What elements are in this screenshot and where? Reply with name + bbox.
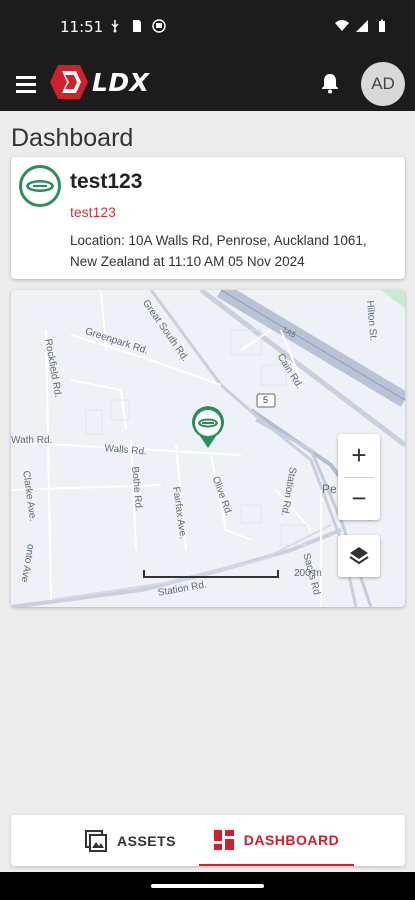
status-time: 11:51 xyxy=(60,18,104,36)
user-avatar[interactable]: AD xyxy=(361,62,405,106)
zoom-out-button[interactable]: − xyxy=(338,477,380,520)
asset-brand-icon xyxy=(26,180,54,192)
wifi-icon xyxy=(335,20,349,31)
zoom-controls: + − xyxy=(338,434,380,520)
usb-icon xyxy=(111,20,119,33)
tab-dashboard-label: DASHBOARD xyxy=(243,831,340,848)
ldx-logo-icon xyxy=(50,65,88,99)
page-title: Dashboard xyxy=(11,124,134,152)
app-notification-icon xyxy=(152,19,166,33)
map[interactable]: Great South Rd. Greenpark Rd. Rockfield … xyxy=(11,290,405,607)
map-label: Wath Rd. xyxy=(11,435,53,446)
asset-marker-icon[interactable] xyxy=(190,406,226,450)
dashboard-icon xyxy=(213,829,234,850)
asset-card[interactable]: test123 test123 Location: 10A Walls Rd, … xyxy=(11,157,405,279)
ldx-logo: LDX xyxy=(50,65,149,99)
status-notification-icons xyxy=(108,19,166,33)
layers-button[interactable] xyxy=(338,535,380,577)
home-gesture-handle[interactable] xyxy=(151,884,264,888)
layers-icon xyxy=(349,547,369,565)
asset-name: test123 xyxy=(70,170,143,193)
map-label: Pe xyxy=(322,482,337,496)
signal-icon xyxy=(356,20,368,32)
tab-assets[interactable]: ASSETS xyxy=(85,815,176,866)
route-shield-label: 5 xyxy=(263,395,269,405)
asset-subtitle: test123 xyxy=(70,204,116,220)
asset-avatar xyxy=(19,165,61,207)
image-icon xyxy=(85,829,107,852)
tab-assets-label: ASSETS xyxy=(117,832,177,849)
battery-icon xyxy=(379,19,385,32)
map-scale-bar xyxy=(143,570,279,578)
menu-icon[interactable] xyxy=(14,72,38,96)
zoom-divider xyxy=(344,477,374,478)
sim-card-icon xyxy=(133,20,141,32)
status-system-icons xyxy=(335,19,389,33)
logo-text: LDX xyxy=(92,67,150,97)
zoom-in-button[interactable]: + xyxy=(338,434,380,477)
bottom-nav: ASSETS DASHBOARD xyxy=(11,815,405,866)
asset-location: Location: 10A Walls Rd, Penrose, Aucklan… xyxy=(70,233,367,269)
tab-dashboard[interactable]: DASHBOARD xyxy=(199,815,354,866)
status-bar: 11:51 xyxy=(0,0,415,56)
bell-icon[interactable] xyxy=(319,72,341,94)
app-bar: LDX xyxy=(0,56,415,111)
